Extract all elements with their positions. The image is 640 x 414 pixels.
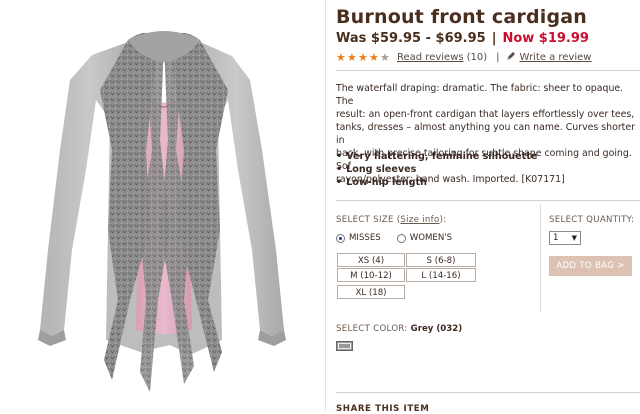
cardigan-illustration [38, 31, 286, 392]
size-option-xs[interactable]: XS (4) [337, 253, 405, 267]
select-quantity-label: SELECT QUANTITY: [549, 215, 635, 225]
product-title: Burnout front cardigan [336, 6, 588, 28]
size-option-l[interactable]: L (14-16) [406, 268, 476, 282]
pencil-icon [506, 51, 516, 64]
was-price: Was $59.95 - $69.95 [336, 31, 486, 46]
size-option-s[interactable]: S (6-8) [406, 253, 476, 267]
write-review-link[interactable]: Write a review [520, 52, 592, 63]
feature-list: Very flattering, feminine silhouette Lon… [336, 150, 537, 189]
star-icon: ★ [358, 51, 368, 64]
sale-price: Now $19.99 [502, 31, 589, 46]
quantity-select[interactable]: 1 ▼ [549, 231, 581, 245]
rating-row: ★ ★ ★ ★ ★ Read reviews (10) | Write a re… [336, 51, 594, 64]
star-icon: ★ [336, 51, 346, 64]
select-size-label: SELECT SIZE (Size info): [336, 215, 447, 225]
size-info-link[interactable]: Size info [400, 215, 439, 225]
select-color-label: SELECT COLOR: [336, 324, 408, 334]
misses-radio[interactable] [336, 233, 345, 243]
product-info: Burnout front cardigan Was $59.95 - $69.… [336, 0, 640, 414]
price-separator: | [491, 31, 497, 46]
review-count: (10) [466, 52, 488, 63]
star-rating: ★ ★ ★ ★ ★ [336, 52, 391, 63]
price-line: Was $59.95 - $69.95 | Now $19.99 [336, 31, 589, 46]
size-option-xl[interactable]: XL (18) [337, 285, 405, 299]
color-swatch-grey[interactable] [336, 341, 353, 351]
share-heading: SHARE THIS ITEM [336, 404, 430, 414]
add-to-bag-button[interactable]: ADD TO BAG > [549, 256, 632, 276]
feature-item: Low-hip length [336, 176, 537, 189]
selected-color: Grey (032) [410, 324, 463, 334]
size-option-m[interactable]: M (10-12) [337, 268, 405, 282]
product-image[interactable] [0, 0, 326, 411]
womens-label[interactable]: WOMEN'S [410, 233, 452, 243]
column-divider [540, 204, 541, 312]
feature-item: Very flattering, feminine silhouette [336, 150, 537, 163]
divider [336, 392, 640, 393]
star-icon: ★ [369, 51, 379, 64]
select-color-row: SELECT COLOR: Grey (032) [336, 324, 462, 334]
divider [336, 70, 640, 71]
size-category-group: MISSES WOMEN'S [336, 233, 468, 243]
star-icon: ★ [380, 51, 390, 64]
divider [336, 200, 640, 201]
quantity-value: 1 [553, 233, 559, 243]
chevron-down-icon: ▼ [571, 234, 577, 242]
womens-radio[interactable] [396, 233, 406, 243]
read-reviews-link[interactable]: Read reviews [397, 52, 464, 63]
feature-item: Long sleeves [336, 163, 537, 176]
star-icon: ★ [347, 51, 357, 64]
rating-separator: | [496, 52, 500, 63]
misses-label[interactable]: MISSES [349, 233, 381, 243]
